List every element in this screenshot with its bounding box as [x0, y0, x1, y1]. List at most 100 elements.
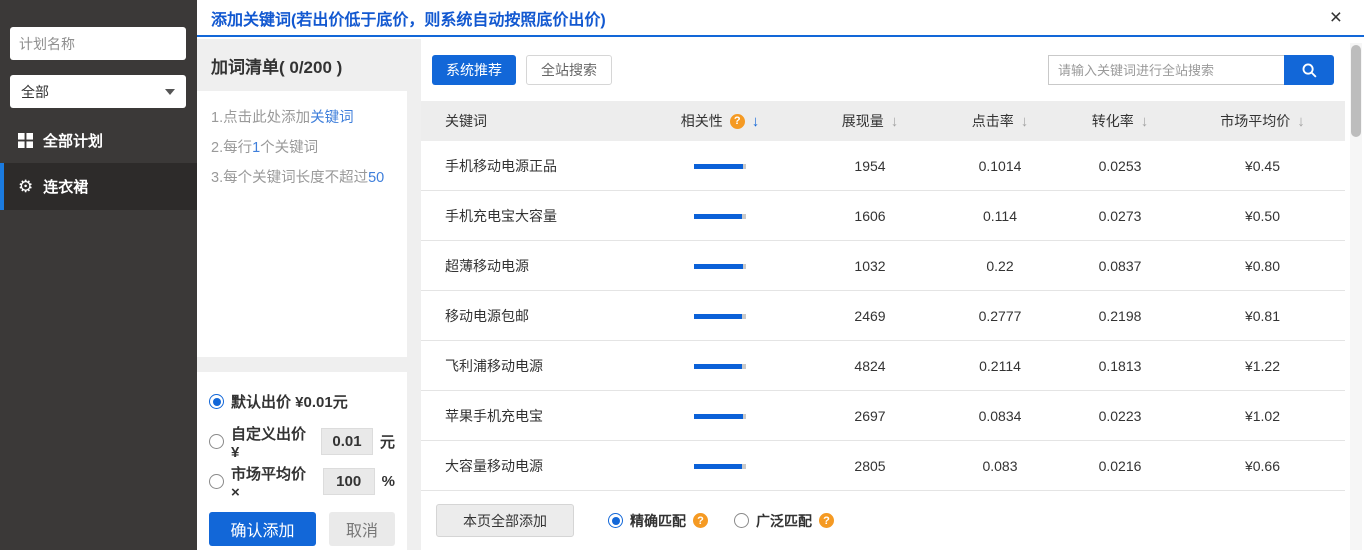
price-cell: ¥0.81 [1180, 308, 1345, 324]
col-market-price[interactable]: 市场平均价 ↓ [1180, 111, 1345, 131]
modal-title-bar: 添加关键词(若出价低于底价，则系统自动按照底价出价) × [197, 0, 1364, 37]
close-icon[interactable]: × [1330, 7, 1342, 28]
ctr-cell: 0.114 [940, 208, 1060, 224]
table-row[interactable]: 手机移动电源正品19540.10140.0253¥0.45 [421, 141, 1345, 191]
table-row[interactable]: 超薄移动电源10320.220.0837¥0.80 [421, 241, 1345, 291]
table-row[interactable]: 手机充电宝大容量 16060.1140.0273¥0.50 [421, 191, 1345, 241]
panel-separator [197, 357, 407, 372]
keyword-cell: 手机移动电源正品 [421, 156, 640, 176]
cvr-cell: 0.1813 [1060, 358, 1180, 374]
cvr-cell: 0.0837 [1060, 258, 1180, 274]
table-header: 关键词 相关性 ? ↓ 展现量 ↓ 点击率 ↓ [421, 101, 1345, 141]
ctr-cell: 0.1014 [940, 158, 1060, 174]
vertical-scrollbar[interactable] [1350, 43, 1362, 550]
relevance-cell [640, 408, 800, 424]
instruction-line: 1.点击此处添加关键词 [211, 103, 393, 133]
table-row[interactable]: 飞利浦移动电源 48240.21140.1813¥1.22 [421, 341, 1345, 391]
radio-market-avg[interactable] [209, 474, 224, 489]
table-body: 手机移动电源正品19540.10140.0253¥0.45 手机充电宝大容量 160… [421, 141, 1345, 491]
chevron-down-icon [165, 89, 175, 95]
relevance-cell [640, 208, 800, 224]
impressions-cell: 1606 [800, 208, 940, 224]
sidebar-item-all-plans[interactable]: 全部计划 [0, 122, 197, 158]
sort-desc-icon[interactable]: ↓ [1141, 113, 1149, 130]
sidebar-item-dress-plan[interactable]: ⚙ 连衣裙 [0, 163, 197, 210]
confirm-add-button[interactable]: 确认添加 [209, 512, 316, 546]
custom-bid-input[interactable] [321, 428, 373, 455]
radio-default-bid[interactable] [209, 394, 224, 409]
keyword-cell: 手机充电宝大容量 [421, 206, 640, 226]
col-ctr[interactable]: 点击率 ↓ [940, 111, 1060, 131]
table-row[interactable]: 移动电源包邮24690.27770.2198¥0.81 [421, 291, 1345, 341]
price-cell: ¥1.02 [1180, 408, 1345, 424]
cvr-cell: 0.0216 [1060, 458, 1180, 474]
impressions-cell: 1032 [800, 258, 940, 274]
add-all-button[interactable]: 本页全部添加 [436, 504, 574, 537]
ctr-cell: 0.2777 [940, 308, 1060, 324]
col-relevance[interactable]: 相关性 ? ↓ [640, 111, 800, 131]
col-cvr[interactable]: 转化率 ↓ [1060, 111, 1180, 131]
keyword-search-button[interactable] [1284, 55, 1334, 85]
radio-broad-match[interactable] [734, 513, 749, 528]
table-row[interactable]: 苹果手机充电宝26970.08340.0223¥1.02 [421, 391, 1345, 441]
plan-filter-dropdown[interactable]: 全部 [10, 75, 186, 108]
sidebar: 全部 全部计划 ⚙ 连衣裙 [0, 0, 197, 550]
ctr-cell: 0.2114 [940, 358, 1060, 374]
bid-option-market-avg[interactable]: 市场平均价 × % [209, 468, 395, 495]
instruction-line: 3.每个关键词长度不超过50 [211, 163, 393, 193]
relevance-bar [694, 364, 746, 369]
ctr-cell: 0.0834 [940, 408, 1060, 424]
relevance-bar [694, 464, 746, 469]
impressions-cell: 4824 [800, 358, 940, 374]
table-row[interactable]: 大容量移动电源28050.0830.0216¥0.66 [421, 441, 1345, 491]
bid-option-label: 市场平均价 × [231, 463, 316, 501]
cvr-cell: 0.2198 [1060, 308, 1180, 324]
search-icon [1301, 62, 1318, 79]
cvr-cell: 0.0273 [1060, 208, 1180, 224]
keyword-textarea[interactable]: 1.点击此处添加关键词 2.每行1个关键词 3.每个关键词长度不超过50 [197, 91, 407, 357]
sidebar-item-label: 全部计划 [43, 130, 103, 151]
market-avg-input[interactable] [323, 468, 375, 495]
bid-option-default[interactable]: 默认出价 ¥0.01元 [209, 388, 395, 415]
sort-desc-icon[interactable]: ↓ [1021, 113, 1029, 130]
price-cell: ¥1.22 [1180, 358, 1345, 374]
ctr-cell: 0.22 [940, 258, 1060, 274]
match-option-label: 广泛匹配 [756, 511, 812, 531]
sidebar-item-label: 连衣裙 [43, 176, 88, 197]
keyword-search-input[interactable] [1048, 55, 1284, 85]
add-words-panel: 加词清单( 0/200 ) 1.点击此处添加关键词 2.每行1个关键词 3.每个… [197, 39, 407, 550]
cancel-button[interactable]: 取消 [329, 512, 395, 546]
bid-option-label: 自定义出价¥ [231, 423, 314, 461]
impressions-cell: 2805 [800, 458, 940, 474]
price-cell: ¥0.45 [1180, 158, 1345, 174]
relevance-cell [640, 358, 800, 374]
plan-search-input[interactable] [19, 36, 200, 52]
table-footer: 本页全部添加 精确匹配 ? 广泛匹配 ? [421, 491, 1364, 537]
keyword-cell: 飞利浦移动电源 [421, 356, 640, 376]
col-impressions[interactable]: 展现量 ↓ [800, 111, 940, 131]
relevance-cell [640, 158, 800, 174]
match-option-broad[interactable]: 广泛匹配 ? [734, 511, 834, 531]
scrollbar-thumb[interactable] [1351, 45, 1361, 137]
price-cell: ¥0.80 [1180, 258, 1345, 274]
relevance-bar [694, 314, 746, 319]
help-icon[interactable]: ? [693, 513, 708, 528]
gear-icon: ⚙ [18, 178, 33, 195]
help-icon[interactable]: ? [819, 513, 834, 528]
sort-desc-icon[interactable]: ↓ [1297, 113, 1305, 130]
sort-desc-icon[interactable]: ↓ [891, 113, 899, 130]
match-option-exact[interactable]: 精确匹配 ? [608, 511, 708, 531]
bid-option-unit: 元 [380, 431, 395, 452]
help-icon[interactable]: ? [730, 114, 745, 129]
sort-desc-icon[interactable]: ↓ [752, 113, 760, 130]
toolbar: 系统推荐 全站搜索 [421, 39, 1364, 101]
tab-system-recommend[interactable]: 系统推荐 [432, 55, 516, 85]
instruction-line: 2.每行1个关键词 [211, 133, 393, 163]
tab-site-search[interactable]: 全站搜索 [526, 55, 612, 85]
bid-option-custom[interactable]: 自定义出价¥ 元 [209, 428, 395, 455]
radio-custom-bid[interactable] [209, 434, 224, 449]
relevance-cell [640, 258, 800, 274]
price-cell: ¥0.50 [1180, 208, 1345, 224]
radio-exact-match[interactable] [608, 513, 623, 528]
ctr-cell: 0.083 [940, 458, 1060, 474]
